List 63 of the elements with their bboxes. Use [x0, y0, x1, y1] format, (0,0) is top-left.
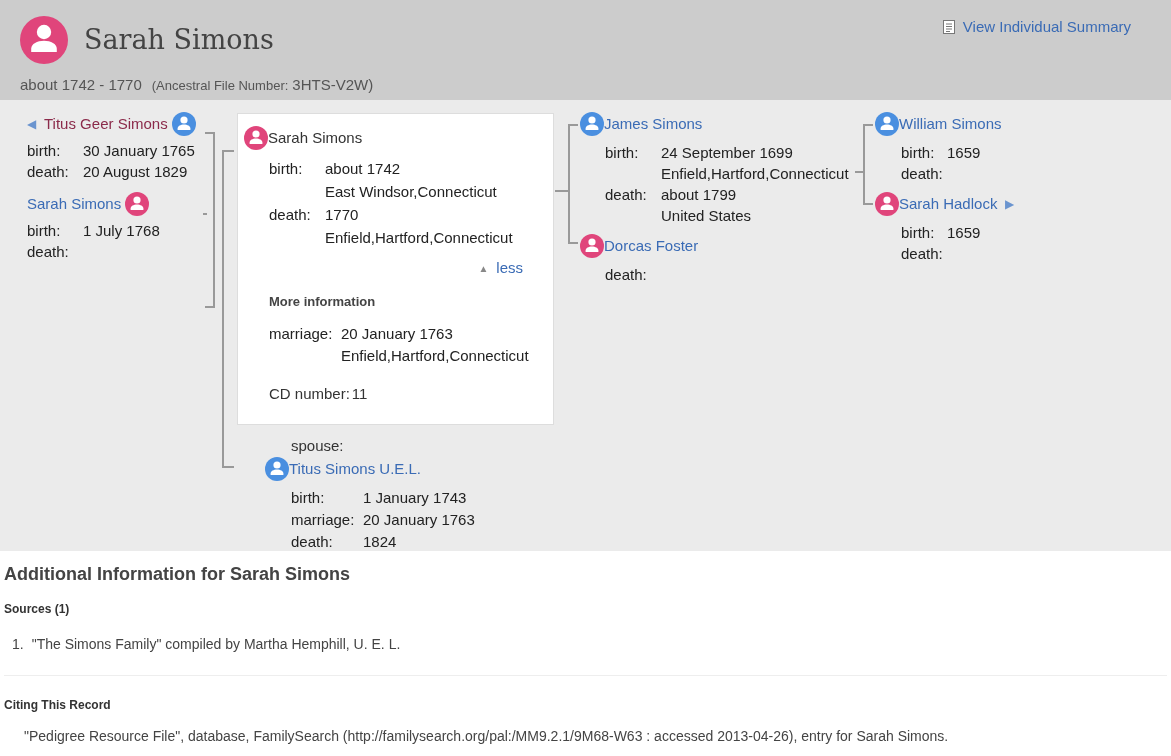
fact-label: birth: [269, 159, 304, 179]
fact-label: birth: [27, 141, 62, 161]
spouse-label: spouse: [291, 435, 345, 456]
fact-label: death: [901, 164, 941, 184]
citation-text: "Pedigree Resource File", database, FamilySearch (http://familysearch.org/pal:/MM9.2.1/9M68-W63 : accessed 2013-04-26), entry for Sarah Simons. [23, 727, 950, 746]
person-link[interactable]: Sarah Simons [27, 192, 122, 216]
fact-value: 1824 [363, 532, 398, 552]
fact-place: Enfield,Hartford,Connecticut [341, 346, 530, 366]
person-link[interactable]: Sarah Hadlock [899, 192, 998, 216]
fact-value: 1 July 1768 [83, 221, 161, 241]
fact-label: birth: [605, 143, 640, 163]
fact-place: East Windsor,Connecticut [325, 182, 498, 202]
section-title: Additional Information for Sarah Simons [4, 563, 352, 586]
lifespan-text: about 1742 - 1770 [20, 76, 142, 93]
document-icon [942, 20, 955, 35]
expand-icon[interactable]: ▶ [1005, 195, 1015, 213]
person-name: Sarah Simons [268, 127, 363, 148]
fact-label: death: [269, 205, 312, 225]
fact-label: death: [605, 265, 648, 285]
fact-value: 24 September 1699 [661, 143, 794, 163]
fact-label: birth: [291, 488, 326, 508]
fact-value: about 1742 [325, 159, 402, 179]
person-link[interactable]: Titus Simons U.E.L. [289, 457, 421, 481]
fact-value: about 1799 [661, 185, 738, 205]
fact-value: 1659 [947, 143, 982, 163]
less-link[interactable]: less [496, 257, 523, 280]
collapse-icon[interactable]: ▲ [478, 260, 489, 276]
fact-place: Enfield,Hartford,Connecticut [325, 228, 514, 248]
fact-value: 20 January 1763 [341, 324, 454, 344]
fact-label: birth: [27, 221, 62, 241]
person-link[interactable]: Dorcas Foster [604, 234, 699, 258]
expand-icon[interactable]: ◀ [27, 115, 36, 133]
fact-label: death: [291, 532, 334, 552]
fact-label: death: [27, 242, 70, 262]
fact-label: birth: [901, 143, 936, 163]
fact-value: 1659 [947, 223, 982, 243]
list-number: 1. [12, 635, 24, 654]
fact-label: birth: [901, 223, 936, 243]
source-text: "The Simons Family" compiled by Martha Hemphill, U. E. L. [31, 635, 401, 654]
summary-link[interactable]: View Individual Summary [962, 16, 1131, 39]
fact-place: Enfield,Hartford,Connecticut [661, 164, 850, 184]
fact-label: marriage: [269, 324, 334, 344]
fact-value: 30 January 1765 [83, 141, 196, 161]
fact-label: death: [605, 185, 648, 205]
fact-value: 20 January 1763 [363, 510, 476, 530]
section-subtitle: Citing This Record [4, 697, 112, 714]
fact-value: 1 January 1743 [363, 488, 468, 508]
afn-value: 3HTS-V2W) [292, 76, 374, 93]
fact-label: CD number: [269, 384, 350, 404]
section-title: More information [269, 292, 377, 311]
person-link[interactable]: William Simons [899, 112, 1002, 136]
fact-place: United States [661, 206, 753, 226]
afn-label: (Ancestral File Number: [151, 78, 289, 93]
fact-value: 1770 [325, 205, 360, 225]
section-subtitle: Sources (1) [4, 601, 71, 618]
fact-label: marriage: [291, 510, 356, 530]
person-link[interactable]: Titus Geer Simons [44, 112, 168, 136]
person-link[interactable]: James Simons [604, 112, 703, 136]
person-name: Sarah Simons [84, 22, 274, 57]
fact-value: 20 August 1829 [83, 162, 189, 182]
fact-label: death: [901, 244, 941, 264]
fact-value: 11 [351, 384, 368, 404]
fact-label: death: [27, 162, 70, 182]
